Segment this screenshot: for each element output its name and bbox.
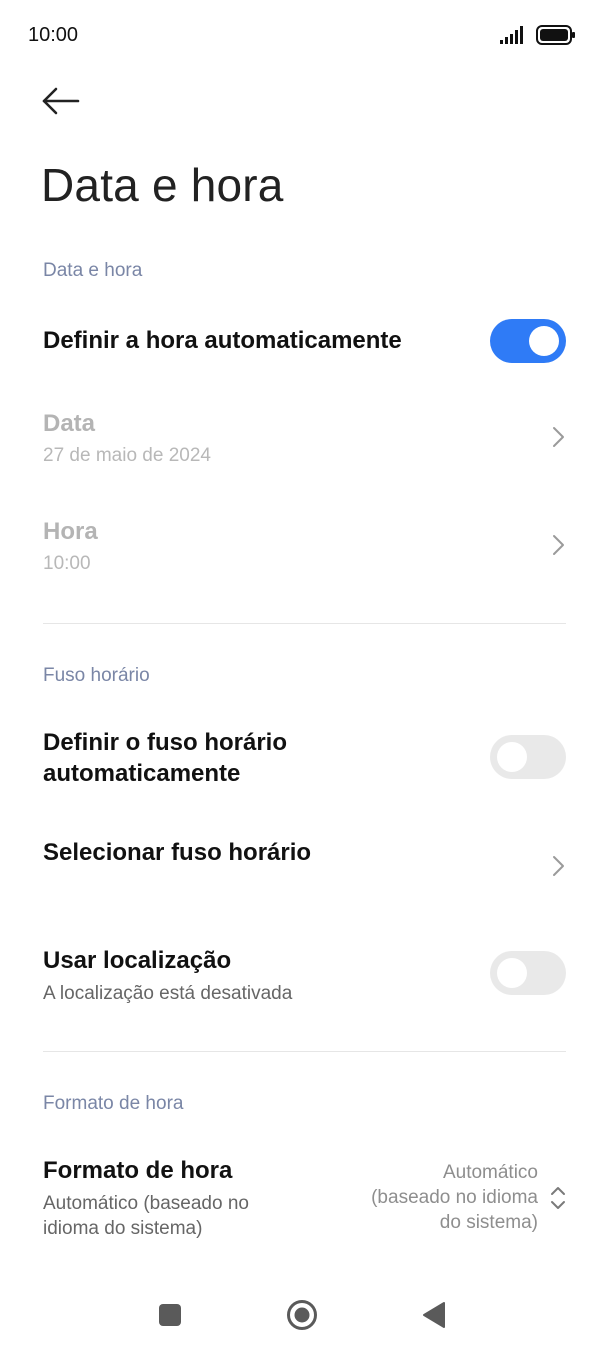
- auto-timezone-label-line2: automaticamente: [43, 760, 241, 787]
- time-value: 10:00: [43, 553, 91, 574]
- back-button[interactable]: [36, 80, 88, 124]
- chevron-right-icon: [553, 427, 564, 447]
- toggle-knob: [529, 326, 559, 356]
- time-format-sub-line2: idioma do sistema): [43, 1218, 203, 1239]
- navigation-bar: [0, 1280, 609, 1354]
- square-icon: [159, 1304, 181, 1326]
- signal-icon: [500, 26, 523, 44]
- status-time: 10:00: [28, 24, 79, 46]
- auto-timezone-label-line1: Definir o fuso horário: [43, 729, 288, 756]
- time-format-sub-line1: Automático (baseado no: [43, 1193, 249, 1214]
- auto-time-label: Definir a hora automaticamente: [43, 327, 402, 354]
- back-arrow-icon: [42, 87, 80, 115]
- auto-time-row[interactable]: Definir a hora automaticamente: [0, 310, 609, 374]
- time-format-value[interactable]: Automático (baseado no idioma do sistema…: [318, 1160, 538, 1235]
- use-location-row[interactable]: Usar localização A localização está desa…: [0, 940, 609, 1010]
- time-row[interactable]: Hora 10:00: [0, 508, 609, 588]
- settings-screen: 10:00 Data e hora Data e hora Definir a …: [0, 0, 609, 1354]
- system-back-button[interactable]: [422, 1301, 446, 1329]
- circle-home-icon: [287, 1300, 317, 1330]
- section-header-timezone: Fuso horário: [43, 665, 150, 686]
- page-title: Data e hora: [41, 159, 284, 211]
- triangle-back-icon: [423, 1302, 445, 1328]
- divider: [43, 1051, 566, 1052]
- home-button[interactable]: [286, 1299, 318, 1331]
- time-format-value-line3: do sistema): [439, 1212, 538, 1233]
- auto-time-toggle[interactable]: [490, 319, 566, 363]
- date-row[interactable]: Data 27 de maio de 2024: [0, 400, 609, 480]
- divider: [43, 623, 566, 624]
- toggle-knob: [497, 742, 527, 772]
- battery-icon: [536, 25, 575, 45]
- toggle-knob: [497, 958, 527, 988]
- date-label: Data: [43, 410, 96, 437]
- time-label: Hora: [43, 518, 98, 545]
- auto-timezone-row[interactable]: Definir o fuso horário automaticamente: [0, 722, 609, 792]
- section-header-time-format: Formato de hora: [43, 1093, 184, 1114]
- section-header-date-time: Data e hora: [43, 260, 143, 281]
- use-location-sub: A localização está desativada: [43, 983, 293, 1004]
- time-format-value-line1: Automático: [442, 1162, 538, 1183]
- auto-timezone-toggle[interactable]: [490, 735, 566, 779]
- time-format-label: Formato de hora: [43, 1157, 233, 1184]
- use-location-label: Usar localização: [43, 947, 232, 974]
- select-timezone-label: Selecionar fuso horário: [43, 839, 312, 866]
- time-format-value-line2: (baseado no idioma: [371, 1187, 538, 1208]
- status-bar: 10:00: [0, 0, 609, 70]
- date-value: 27 de maio de 2024: [43, 445, 211, 466]
- chevron-right-icon: [553, 856, 564, 876]
- use-location-toggle[interactable]: [490, 951, 566, 995]
- select-timezone-row[interactable]: Selecionar fuso horário: [0, 832, 609, 892]
- recents-button[interactable]: [158, 1303, 182, 1327]
- chevron-updown-icon[interactable]: [548, 1184, 568, 1212]
- chevron-right-icon: [553, 535, 564, 555]
